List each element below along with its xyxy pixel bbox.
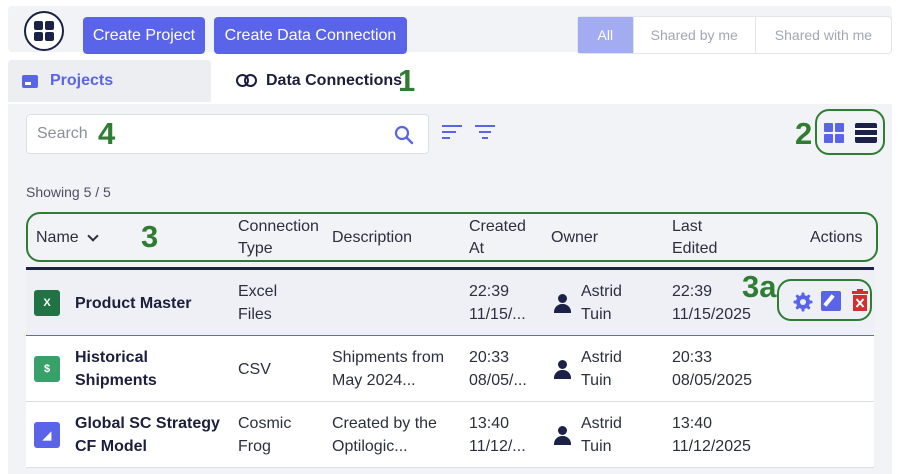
- row-type-line2: Files: [238, 306, 272, 323]
- filter-icon[interactable]: [474, 124, 496, 140]
- annotation-3: 3: [141, 219, 159, 254]
- row-owner-line1: Astrid: [581, 415, 622, 432]
- annotation-4: 4: [98, 116, 116, 151]
- row-created-line2: 11/12/...: [469, 438, 526, 455]
- row-created-line1: 22:39: [469, 283, 510, 300]
- row-created: 13:40 11/12/...: [469, 402, 526, 468]
- row-name: Product Master: [75, 270, 191, 336]
- row-type: Excel Files: [238, 270, 277, 336]
- create-project-button[interactable]: Create Project: [83, 17, 205, 54]
- row-desc-line1: Created by the: [332, 415, 437, 432]
- share-filter-toggle: All Shared by me Shared with me: [577, 16, 892, 54]
- row-edited: 22:39 11/15/2025: [672, 270, 751, 336]
- row-name-line2: Shipments: [75, 372, 157, 389]
- annotation-2: 2: [795, 116, 813, 151]
- row-owner: Astrid Tuin: [581, 336, 622, 402]
- row-owner-line1: Astrid: [581, 283, 622, 300]
- annotation-box-actions: [777, 279, 872, 321]
- row-desc-line2: May 2024...: [332, 372, 416, 389]
- row-owner-line1: Astrid: [581, 349, 622, 366]
- row-type: Cosmic Frog: [238, 402, 291, 468]
- row-owner-line2: Tuin: [581, 372, 612, 389]
- row-owner: Astrid Tuin: [581, 270, 622, 336]
- row-created-line1: 13:40: [469, 415, 510, 432]
- row-name: Global SC Strategy CF Model: [75, 402, 220, 468]
- data-connections-icon: [236, 74, 258, 88]
- user-icon: [554, 426, 571, 446]
- projects-icon: [22, 74, 38, 88]
- search-icon[interactable]: [394, 125, 414, 145]
- row-name: Historical Shipments: [75, 336, 157, 402]
- row-edited-line2: 08/05/2025: [672, 372, 753, 389]
- row-edited-line1: 22:39: [672, 283, 713, 300]
- row-type-line2: Frog: [238, 438, 271, 455]
- row-created: 22:39 11/15/...: [469, 270, 526, 336]
- table-row[interactable]: ◢ Global SC Strategy CF Model Cosmic Fro…: [26, 402, 874, 468]
- search-input[interactable]: [37, 123, 377, 145]
- row-owner: Astrid Tuin: [581, 402, 622, 468]
- cosmic-frog-icon: ◢: [34, 422, 60, 448]
- create-data-connection-button[interactable]: Create Data Connection: [214, 17, 407, 54]
- row-created-line1: 20:33: [469, 349, 510, 366]
- row-name-line1: Global SC Strategy: [75, 415, 220, 432]
- csv-icon: $: [34, 356, 60, 382]
- annotation-1: 1: [398, 63, 416, 98]
- result-count: Showing 5 / 5: [26, 184, 111, 200]
- row-type-line1: Cosmic: [238, 415, 292, 432]
- tab-projects-label: Projects: [50, 72, 114, 89]
- row-type: CSV: [238, 360, 271, 378]
- row-name-line2: CF Model: [75, 438, 147, 455]
- row-owner-line2: Tuin: [581, 306, 612, 323]
- row-created-line2: 08/05/...: [469, 372, 527, 389]
- row-edited: 20:33 08/05/2025: [672, 336, 752, 402]
- excel-icon: X: [34, 290, 60, 316]
- row-desc-line2: Optilogic...: [332, 438, 408, 455]
- row-type-line1: Excel: [238, 283, 278, 300]
- filter-shared-by-me[interactable]: Shared by me: [634, 17, 756, 53]
- annotation-box-view: [815, 109, 885, 155]
- sort-icon[interactable]: [441, 124, 463, 140]
- row-description: Shipments from May 2024...: [332, 336, 444, 402]
- row-created: 20:33 08/05/...: [469, 336, 527, 402]
- row-edited-line1: 13:40: [672, 415, 713, 432]
- search-box: [26, 114, 429, 154]
- filter-shared-with-me[interactable]: Shared with me: [756, 17, 891, 53]
- tab-projects[interactable]: Projects: [8, 60, 211, 102]
- row-edited-line1: 20:33: [672, 349, 713, 366]
- row-edited-line2: 11/15/2025: [672, 306, 751, 323]
- row-desc-line1: Shipments from: [332, 349, 445, 366]
- row-owner-line2: Tuin: [581, 438, 612, 455]
- row-created-line2: 11/15/...: [469, 306, 526, 323]
- row-edited-line2: 11/12/2025: [672, 438, 751, 455]
- annotation-3a: 3a: [742, 269, 777, 304]
- row-name-line1: Historical: [75, 349, 148, 366]
- row-edited: 13:40 11/12/2025: [672, 402, 751, 468]
- row-name-line1: Product Master: [75, 294, 192, 312]
- user-icon: [554, 360, 571, 380]
- user-icon: [554, 294, 571, 314]
- filter-all[interactable]: All: [578, 17, 634, 53]
- app-grid-icon[interactable]: [24, 11, 64, 51]
- top-toolbar: Create Project Create Data Connection Al…: [8, 6, 892, 54]
- table-row[interactable]: $ Historical Shipments CSV Shipments fro…: [26, 336, 874, 402]
- row-description: Created by the Optilogic...: [332, 402, 437, 468]
- tab-data-connections-label: Data Connections: [266, 72, 403, 89]
